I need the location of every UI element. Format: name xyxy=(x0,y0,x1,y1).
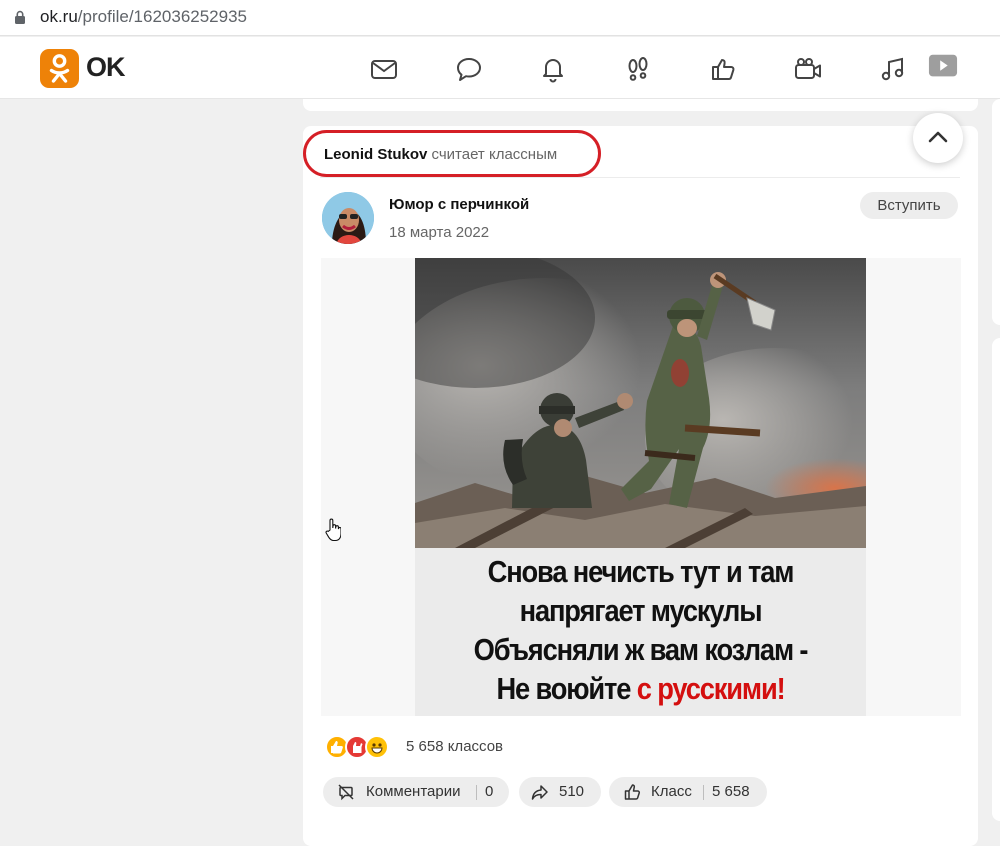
caption-line-3: Объясняли ж вам козлам - xyxy=(473,632,809,667)
like-count: 5 658 xyxy=(712,783,750,800)
right-panel-edge xyxy=(992,338,1000,821)
comments-off-icon xyxy=(338,784,354,801)
share-button[interactable]: 510 xyxy=(519,777,601,807)
group-name-link[interactable]: Юмор с перчинкой xyxy=(389,196,529,213)
reactions-count[interactable]: 5 658 классов xyxy=(406,738,503,755)
previous-post-bottom xyxy=(303,99,978,111)
notifications-icon[interactable] xyxy=(538,54,568,84)
video-showcase-icon[interactable] xyxy=(928,51,960,81)
caption-line-4-red: с русскими xyxy=(636,671,778,706)
divider xyxy=(476,785,477,800)
top-navigation: OK xyxy=(0,37,1000,99)
url-path: /profile/162036252935 xyxy=(77,7,247,26)
mail-icon[interactable] xyxy=(369,54,399,84)
scroll-to-top-button[interactable] xyxy=(913,113,963,163)
laugh-reaction-icon xyxy=(365,735,389,759)
ok-logo-icon[interactable] xyxy=(40,49,79,88)
right-panel-edge xyxy=(992,99,1000,325)
share-arrow-icon xyxy=(531,785,548,800)
post-image[interactable]: Снова нечисть тут и там напрягает мускул… xyxy=(321,258,961,716)
music-icon[interactable] xyxy=(878,54,908,84)
browser-address-bar[interactable]: ok.ru/profile/162036252935 xyxy=(0,0,1000,36)
url-host: ok.ru xyxy=(40,7,78,26)
highlight-annotation xyxy=(303,130,601,177)
join-group-button[interactable]: Вступить xyxy=(860,192,958,219)
caption-line-1: Снова нечисть тут и там xyxy=(487,554,795,589)
post-image-caption: Снова нечисть тут и там напрягает мускул… xyxy=(415,548,866,716)
group-avatar[interactable] xyxy=(322,192,374,244)
logo-text[interactable]: OK xyxy=(86,52,125,83)
comments-label: Комментарии xyxy=(366,783,461,800)
post-date[interactable]: 18 марта 2022 xyxy=(389,224,489,241)
divider xyxy=(703,785,704,800)
events-icon[interactable] xyxy=(708,54,738,84)
guests-icon[interactable] xyxy=(623,54,653,84)
shares-count: 510 xyxy=(559,783,585,800)
caption-line-2: напрягает мускулы xyxy=(519,593,763,628)
video-icon[interactable] xyxy=(793,54,823,84)
thumbs-up-icon xyxy=(624,784,641,800)
lock-icon xyxy=(15,10,25,24)
discussions-icon[interactable] xyxy=(454,54,484,84)
like-button[interactable]: Класс 5 658 xyxy=(609,777,767,807)
hand-cursor-icon xyxy=(325,518,341,542)
post-photo xyxy=(415,258,866,548)
like-label: Класс xyxy=(651,783,692,800)
reactions-summary[interactable] xyxy=(325,735,405,759)
divider xyxy=(320,177,960,178)
chevron-up-icon xyxy=(928,131,948,143)
comments-count: 0 xyxy=(485,783,494,800)
caption-line-4-start: Не воюйте xyxy=(496,671,637,706)
caption-line-4-end: ! xyxy=(776,671,786,706)
url-text[interactable]: ok.ru/profile/162036252935 xyxy=(40,7,247,27)
comments-button[interactable]: Комментарии 0 xyxy=(323,777,509,807)
caption-line-4: Не воюйте с русскими! xyxy=(442,669,839,708)
